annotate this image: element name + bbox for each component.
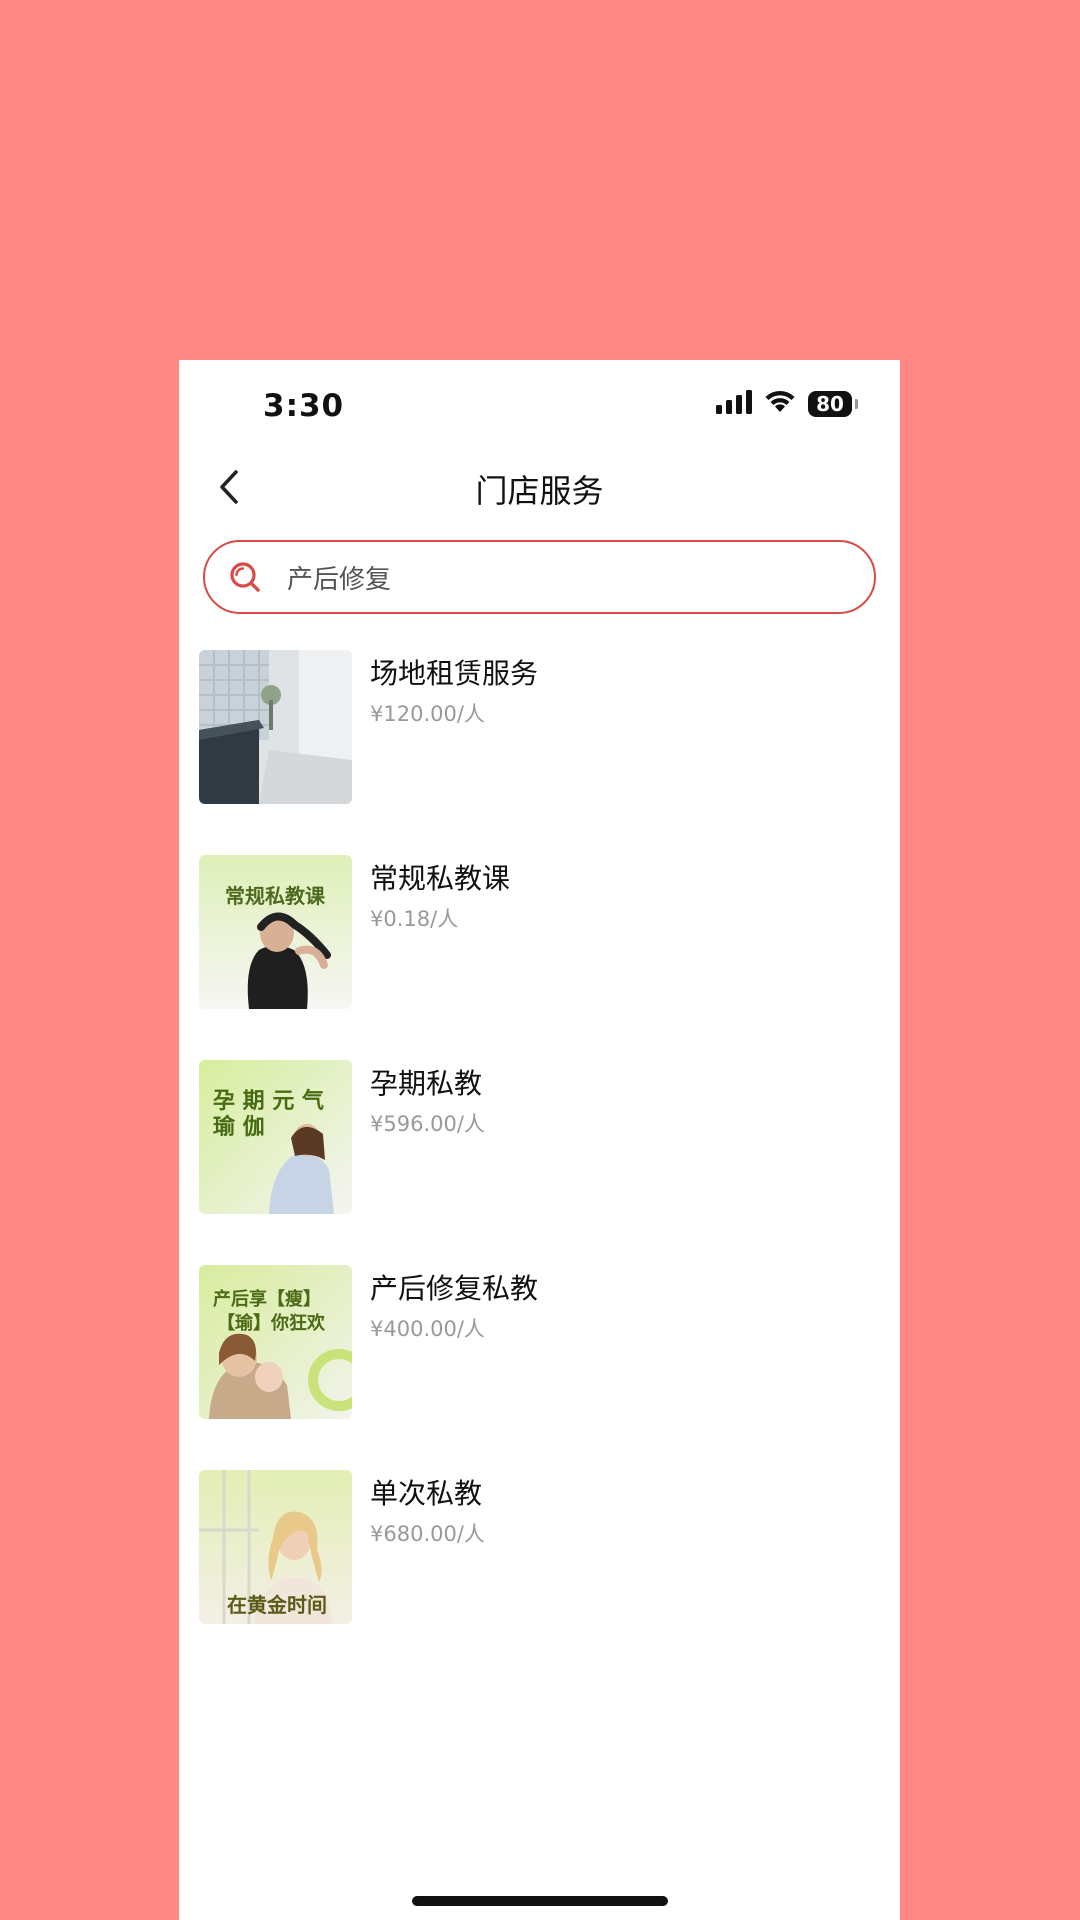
service-name: 孕期私教 — [370, 1067, 483, 1100]
battery-icon: 80 — [808, 391, 858, 417]
signal-icon — [716, 390, 752, 418]
thumb-caption: 产后享【瘦】 — [213, 1288, 321, 1310]
thumb-caption: 瑜 伽 — [213, 1114, 265, 1140]
thumb-caption: 【瑜】你狂欢 — [217, 1312, 326, 1334]
service-thumbnail — [199, 650, 352, 804]
search-bar[interactable] — [203, 540, 876, 614]
service-price: ¥680.00/人 — [370, 1522, 485, 1546]
status-time: 3:30 — [263, 388, 345, 424]
thumb-caption: 常规私教课 — [225, 884, 326, 908]
service-thumbnail: 在黄金时间 — [199, 1470, 352, 1624]
service-thumbnail: 常规私教课 — [199, 855, 352, 1009]
service-name: 产后修复私教 — [370, 1272, 539, 1305]
service-item-postpartum-private[interactable]: 产后享【瘦】 【瑜】你狂欢 产后修复私教 ¥400.00/人 — [199, 1265, 879, 1419]
service-item-regular-private-class[interactable]: 常规私教课 常规私教课 ¥0.18/人 — [199, 855, 879, 1009]
phone-screen: 3:30 80 门店服务 产后修复 场地租赁服务 ¥120.00/人 常规私教课… — [179, 360, 900, 1920]
service-price: ¥400.00/人 — [370, 1317, 485, 1341]
service-item-pregnancy-private[interactable]: 孕 期 元 气 瑜 伽 孕期私教 ¥596.00/人 — [199, 1060, 879, 1214]
home-indicator[interactable] — [412, 1896, 668, 1906]
service-name: 单次私教 — [370, 1477, 483, 1510]
wifi-icon — [764, 390, 796, 418]
status-icons: 80 — [716, 390, 858, 418]
search-icon[interactable] — [227, 559, 263, 595]
search-input[interactable] — [285, 561, 849, 593]
service-price: ¥120.00/人 — [370, 702, 485, 726]
service-item-single-private[interactable]: 在黄金时间 单次私教 ¥680.00/人 — [199, 1470, 879, 1624]
thumb-caption: 在黄金时间 — [227, 1593, 327, 1617]
service-price: ¥596.00/人 — [370, 1112, 485, 1136]
service-item-venue-rental[interactable]: 场地租赁服务 ¥120.00/人 — [199, 650, 879, 804]
thumb-caption: 孕 期 元 气 — [213, 1088, 324, 1114]
service-price: ¥0.18/人 — [370, 907, 459, 931]
service-thumbnail: 产后享【瘦】 【瑜】你狂欢 — [199, 1265, 352, 1419]
service-name: 常规私教课 — [370, 862, 511, 895]
page-title: 门店服务 — [475, 472, 604, 510]
service-thumbnail: 孕 期 元 气 瑜 伽 — [199, 1060, 352, 1214]
service-name: 场地租赁服务 — [370, 657, 539, 690]
